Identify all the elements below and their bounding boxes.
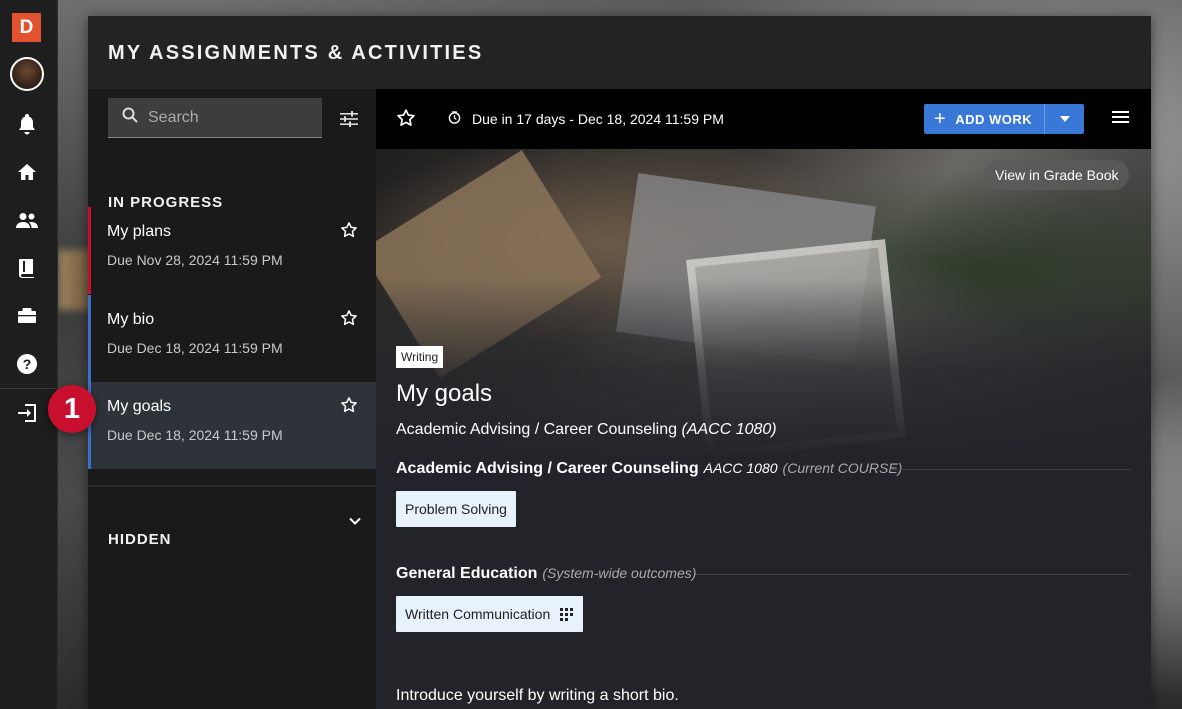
plus-icon: + xyxy=(934,108,947,130)
group-name: Academic Advising / Career Counseling xyxy=(396,460,699,477)
chip-label: Written Communication xyxy=(405,606,551,622)
outcome-group-heading: Academic Advising / Career Counseling AA… xyxy=(396,460,902,478)
section-divider xyxy=(88,485,376,487)
book-icon[interactable] xyxy=(14,255,40,281)
item-due: Due Dec 18, 2024 11:59 PM xyxy=(107,340,283,356)
item-due: Due Nov 28, 2024 11:59 PM xyxy=(107,252,283,268)
due-date-text: Due in 17 days - Dec 18, 2024 11:59 PM xyxy=(472,111,724,127)
item-title: My goals xyxy=(107,398,172,415)
star-icon[interactable] xyxy=(340,309,360,329)
avatar[interactable] xyxy=(10,57,44,91)
outcome-chip[interactable]: Written Communication xyxy=(396,596,584,632)
item-title: My plans xyxy=(107,223,172,240)
bell-icon[interactable] xyxy=(14,111,40,137)
list-item-my-goals[interactable]: My goals Due Dec 18, 2024 11:59 PM xyxy=(88,382,376,469)
item-title: My bio xyxy=(107,311,155,328)
assignment-hero-image: View in Grade Book xyxy=(376,149,1151,459)
search-box[interactable] xyxy=(108,98,322,138)
outcome-chip[interactable]: Problem Solving xyxy=(396,491,516,527)
assignment-list-pane: IN PROGRESS My plans Due Nov 28, 2024 11… xyxy=(88,89,376,709)
rail-divider xyxy=(0,388,58,389)
star-icon[interactable] xyxy=(340,396,360,416)
add-work-button[interactable]: + ADD WORK xyxy=(924,104,1084,134)
logout-icon[interactable] xyxy=(14,400,40,426)
view-grade-book-button[interactable]: View in Grade Book xyxy=(984,160,1130,190)
group-divider xyxy=(890,469,1131,470)
outcome-group-heading: General Education (System-wide outcomes) xyxy=(396,565,696,583)
svg-text:?: ? xyxy=(23,356,32,372)
rubric-icon xyxy=(560,607,574,621)
group-name: General Education xyxy=(396,565,538,582)
left-rail: D ? xyxy=(0,0,58,709)
caret-down-icon xyxy=(1059,116,1070,122)
add-work-label: ADD WORK xyxy=(955,111,1033,127)
group-code: AACC 1080 xyxy=(703,460,778,476)
add-work-main[interactable]: + ADD WORK xyxy=(924,104,1044,134)
help-icon[interactable]: ? xyxy=(14,351,40,377)
assignment-detail-pane: Due in 17 days - Dec 18, 2024 11:59 PM +… xyxy=(376,89,1151,709)
briefcase-icon[interactable] xyxy=(14,303,40,329)
add-work-dropdown-button[interactable] xyxy=(1044,104,1084,134)
course-name: Academic Advising / Career Counseling xyxy=(396,421,678,438)
list-item-my-plans[interactable]: My plans Due Nov 28, 2024 11:59 PM xyxy=(88,207,376,294)
menu-icon[interactable] xyxy=(1112,110,1130,128)
assignments-modal: MY ASSIGNMENTS & ACTIVITIES IN PROGRESS … xyxy=(88,16,1151,709)
group-note: (Current COURSE) xyxy=(782,460,903,476)
course-code: (AACC 1080) xyxy=(681,421,777,438)
people-icon[interactable] xyxy=(14,207,40,233)
star-icon[interactable] xyxy=(340,221,360,241)
home-icon[interactable] xyxy=(14,159,40,185)
chevron-down-icon[interactable] xyxy=(348,514,362,528)
clock-icon xyxy=(448,111,462,125)
group-note: (System-wide outcomes) xyxy=(542,565,697,581)
page-title: MY ASSIGNMENTS & ACTIVITIES xyxy=(108,42,484,64)
favorite-star-icon[interactable] xyxy=(396,108,416,128)
assignment-title: My goals xyxy=(396,380,493,407)
assignment-type-tag: Writing xyxy=(396,346,444,368)
group-divider xyxy=(696,574,1131,575)
detail-toolbar: Due in 17 days - Dec 18, 2024 11:59 PM +… xyxy=(376,89,1151,149)
chip-label: Problem Solving xyxy=(405,501,507,517)
search-icon xyxy=(122,107,138,128)
item-due: Due Dec 18, 2024 11:59 PM xyxy=(107,427,283,443)
hidden-heading[interactable]: HIDDEN xyxy=(108,531,172,548)
assignment-description: Introduce yourself by writing a short bi… xyxy=(396,687,679,704)
step-callout-badge: 1 xyxy=(48,385,96,433)
course-line: Academic Advising / Career Counseling (A… xyxy=(396,421,777,439)
list-item-my-bio[interactable]: My bio Due Dec 18, 2024 11:59 PM xyxy=(88,295,376,382)
app-logo[interactable]: D xyxy=(12,13,41,42)
search-input[interactable] xyxy=(148,108,308,127)
filter-icon[interactable] xyxy=(338,108,360,130)
